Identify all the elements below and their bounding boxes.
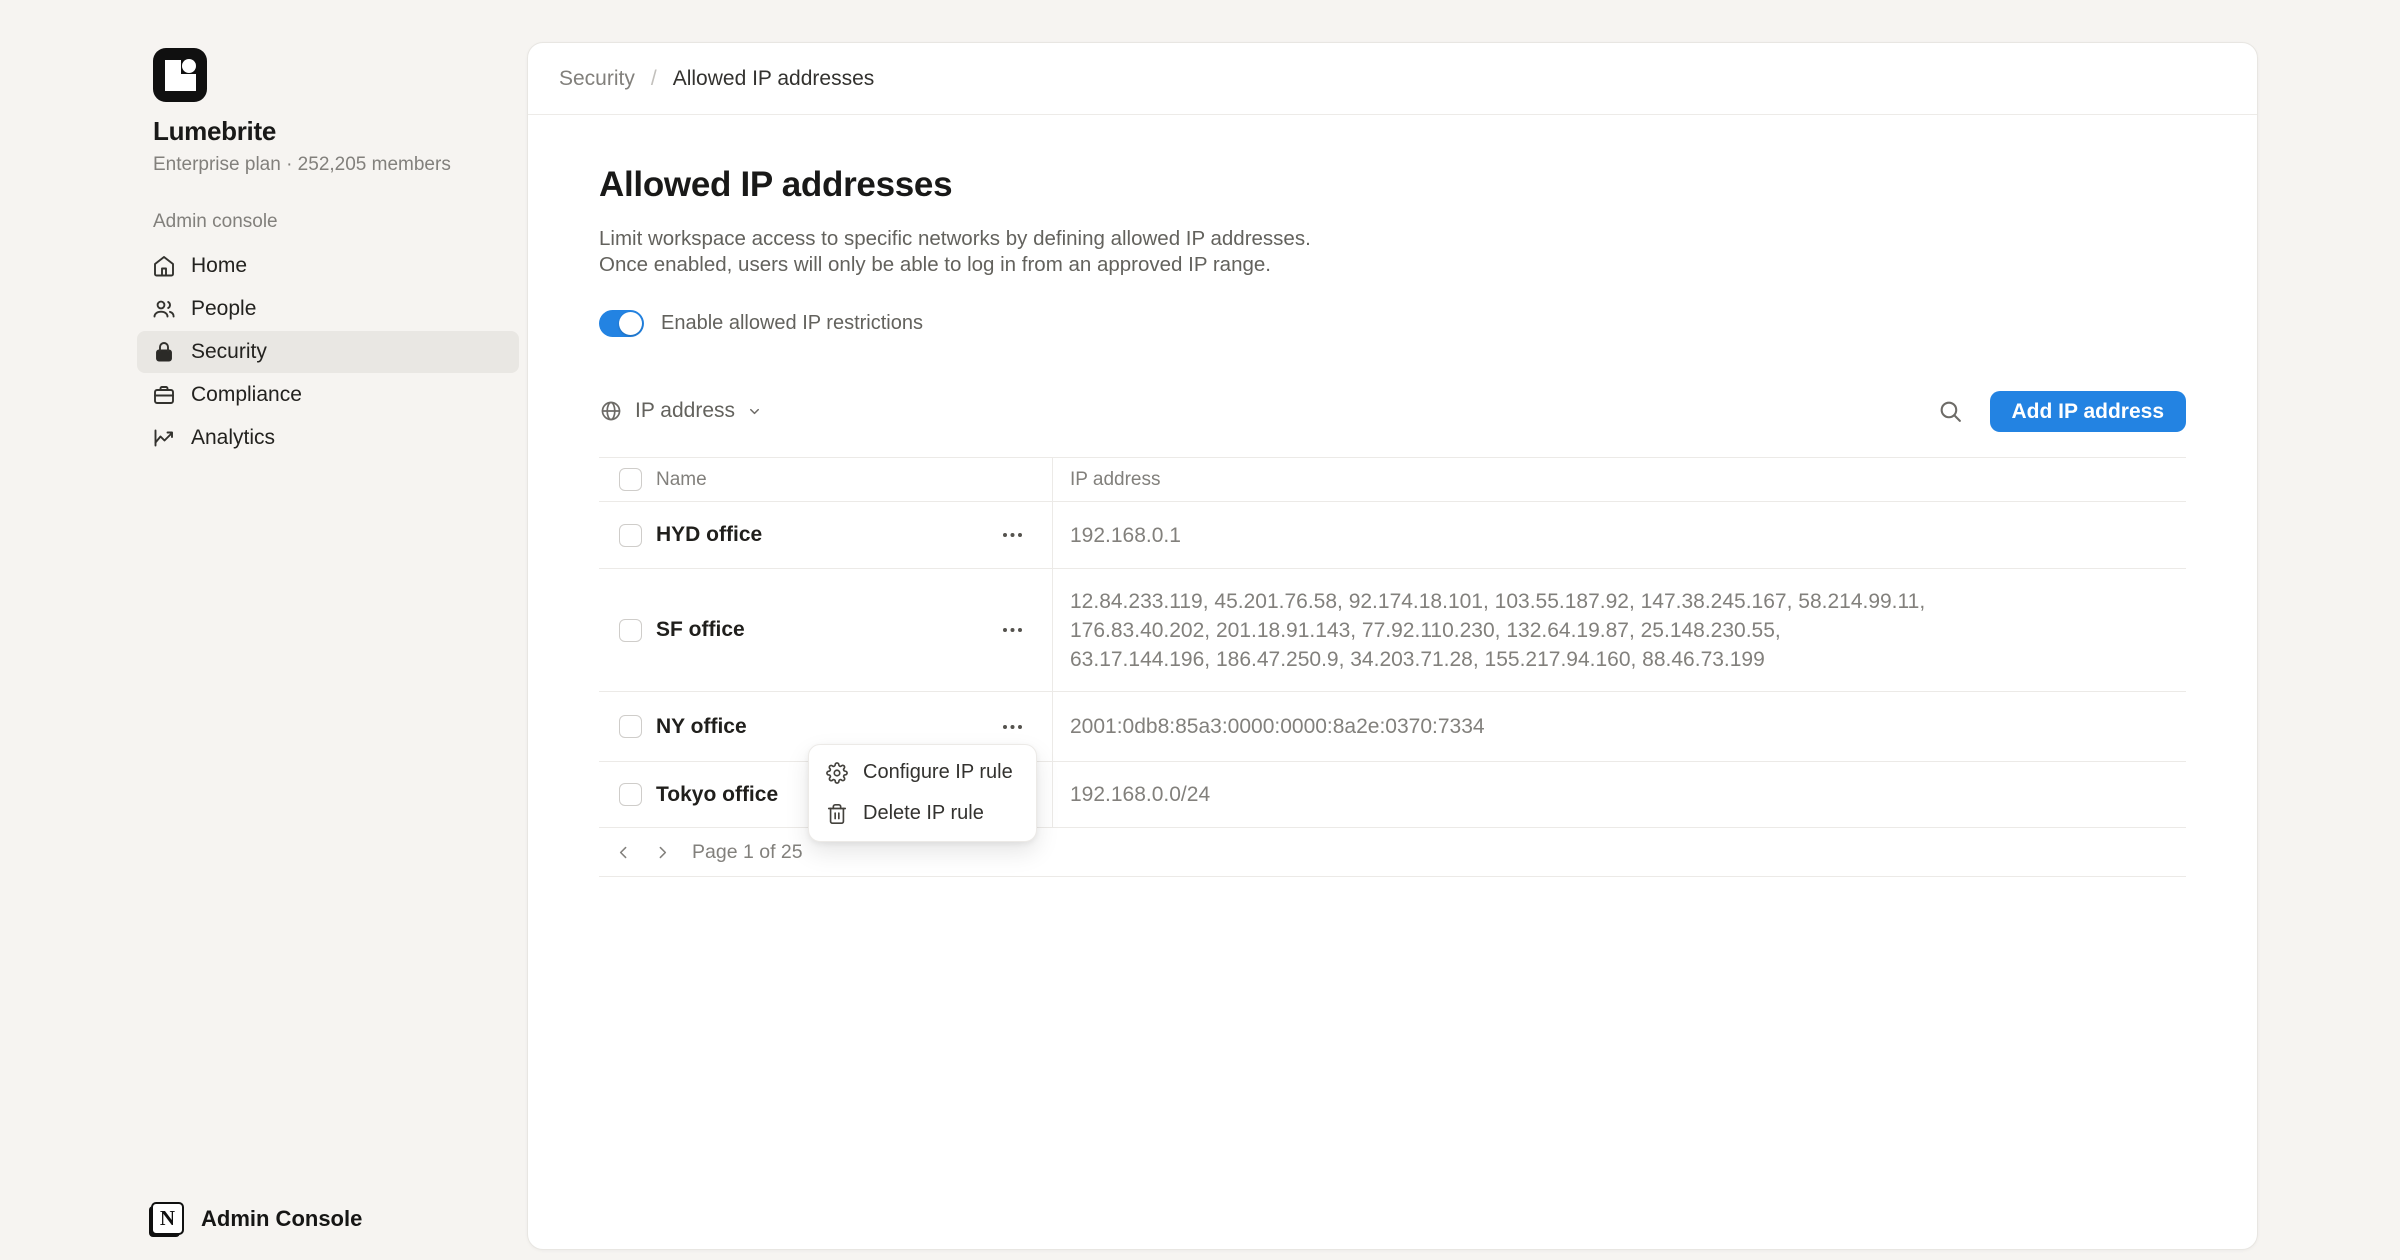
row-ip-value: 192.168.0.1: [1070, 521, 1181, 550]
admin-console-footer: N Admin Console: [151, 1202, 362, 1235]
breadcrumb-parent[interactable]: Security: [559, 67, 635, 91]
workspace-name: Lumebrite: [153, 116, 276, 147]
page-description: Limit workspace access to specific netwo…: [599, 226, 2186, 278]
add-ip-address-button[interactable]: Add IP address: [1990, 391, 2187, 432]
globe-icon: [599, 399, 623, 423]
toggle-label: Enable allowed IP restrictions: [661, 312, 923, 335]
row-checkbox[interactable]: [619, 619, 642, 642]
breadcrumb: Security / Allowed IP addresses: [528, 43, 2257, 115]
delete-ip-rule-menu-item[interactable]: Delete IP rule: [809, 793, 1036, 834]
sidebar-item-analytics[interactable]: Analytics: [137, 417, 519, 459]
workspace-logo: [153, 48, 207, 102]
table-row: SF office 12.84.233.119, 45.201.76.58, 9…: [599, 569, 2186, 692]
row-menu-button[interactable]: [1002, 627, 1023, 633]
sidebar-item-label: People: [191, 297, 256, 321]
column-header-name: Name: [656, 469, 707, 491]
page-title: Allowed IP addresses: [599, 165, 2186, 205]
filter-label: IP address: [635, 399, 735, 423]
configure-ip-rule-menu-item[interactable]: Configure IP rule: [809, 752, 1036, 793]
table-row: HYD office 192.168.0.1: [599, 502, 2186, 569]
enable-ip-restrictions-toggle[interactable]: [599, 310, 644, 337]
sidebar-item-security[interactable]: Security: [137, 331, 519, 373]
main-panel: Security / Allowed IP addresses Allowed …: [527, 42, 2258, 1250]
admin-console-footer-label: Admin Console: [201, 1206, 362, 1232]
sidebar-item-label: Compliance: [191, 383, 302, 407]
row-name: SF office: [656, 618, 745, 642]
row-checkbox[interactable]: [619, 524, 642, 547]
pagination-label: Page 1 of 25: [692, 841, 803, 864]
home-icon: [152, 254, 176, 278]
row-menu-button[interactable]: [1002, 532, 1023, 538]
chevron-down-icon: [747, 404, 762, 419]
ip-address-filter-dropdown[interactable]: IP address: [599, 399, 762, 423]
breadcrumb-separator: /: [651, 67, 657, 91]
menu-item-label: Delete IP rule: [863, 802, 984, 825]
sidebar-item-label: Home: [191, 254, 247, 278]
sidebar-item-label: Analytics: [191, 426, 275, 450]
people-icon: [152, 297, 176, 321]
sidebar: Lumebrite Enterprise plan · 252,205 memb…: [0, 0, 527, 1260]
notion-logo-icon: N: [151, 1202, 184, 1235]
row-name: Tokyo office: [656, 783, 778, 807]
sidebar-item-label: Security: [191, 340, 267, 364]
trash-icon: [826, 803, 848, 825]
row-ip-value: 2001:0db8:85a3:0000:0000:8a2e:0370:7334: [1070, 712, 1485, 741]
search-icon[interactable]: [1938, 399, 1963, 424]
previous-page-button[interactable]: [611, 840, 636, 865]
menu-item-label: Configure IP rule: [863, 761, 1013, 784]
row-name: HYD office: [656, 523, 762, 547]
toggle-knob: [619, 312, 642, 335]
analytics-icon: [152, 426, 176, 450]
column-header-ip: IP address: [1070, 469, 1160, 491]
workspace-plan-info: Enterprise plan · 252,205 members: [153, 154, 451, 176]
select-all-checkbox[interactable]: [619, 468, 642, 491]
admin-console-section-label: Admin console: [153, 211, 278, 233]
breadcrumb-current: Allowed IP addresses: [673, 67, 875, 91]
row-name: NY office: [656, 715, 747, 739]
sidebar-nav: Home People Security Compliance Analytic…: [137, 245, 519, 459]
briefcase-icon: [152, 383, 176, 407]
table-header-row: Name IP address: [599, 457, 2186, 502]
row-checkbox[interactable]: [619, 715, 642, 738]
row-checkbox[interactable]: [619, 783, 642, 806]
row-menu-button[interactable]: [1002, 724, 1023, 730]
sidebar-item-compliance[interactable]: Compliance: [137, 374, 519, 416]
sidebar-item-home[interactable]: Home: [137, 245, 519, 287]
sidebar-item-people[interactable]: People: [137, 288, 519, 330]
row-ip-value: 12.84.233.119, 45.201.76.58, 92.174.18.1…: [1070, 587, 1925, 674]
lock-icon: [152, 340, 176, 364]
row-context-menu: Configure IP rule Delete IP rule: [808, 744, 1037, 842]
row-ip-value: 192.168.0.0/24: [1070, 780, 1210, 809]
gear-icon: [826, 762, 848, 784]
next-page-button[interactable]: [650, 840, 675, 865]
